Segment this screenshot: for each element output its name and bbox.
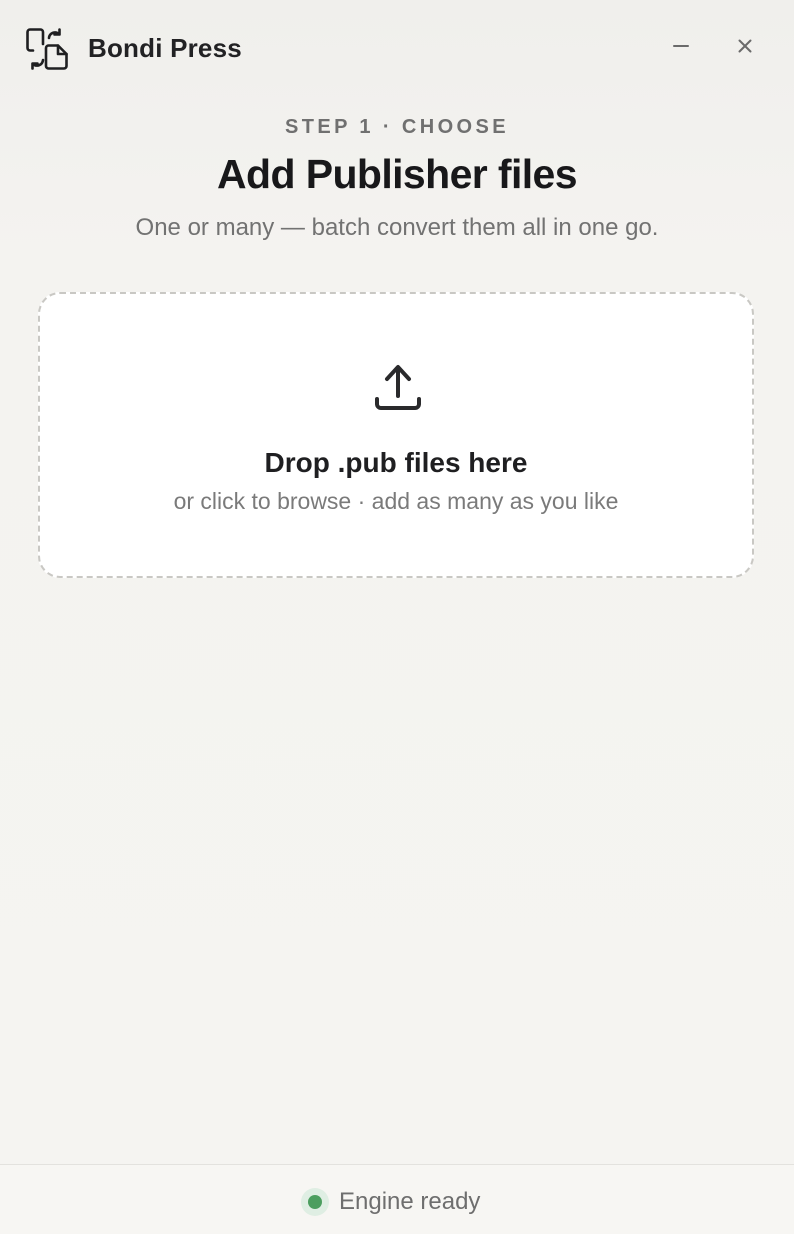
dropzone-subtitle: or click to browse · add as many as you … bbox=[173, 488, 619, 514]
file-dropzone[interactable]: Drop .pub files here or click to browse … bbox=[38, 292, 754, 578]
minimize-icon bbox=[672, 37, 690, 60]
page-title: Add Publisher files bbox=[217, 151, 578, 197]
dropzone-title: Drop .pub files here bbox=[264, 447, 528, 478]
status-text: Engine ready bbox=[339, 1188, 481, 1215]
minimize-button[interactable] bbox=[663, 30, 699, 66]
close-icon bbox=[736, 37, 754, 60]
page-subtitle: One or many — batch convert them all in … bbox=[135, 214, 659, 241]
titlebar: Bondi Press bbox=[0, 0, 794, 98]
convert-files-icon bbox=[24, 26, 70, 72]
step-label: STEP 1 · CHOOSE bbox=[284, 116, 509, 138]
status-bar: Engine ready bbox=[0, 1164, 794, 1234]
close-button[interactable] bbox=[727, 30, 763, 66]
app-window: Bondi Press STEP 1 · CHOOSE Add Publishe… bbox=[0, 0, 794, 1234]
upload-icon bbox=[374, 362, 422, 414]
app-title: Bondi Press bbox=[88, 33, 242, 63]
status-indicator-icon bbox=[301, 1188, 329, 1216]
